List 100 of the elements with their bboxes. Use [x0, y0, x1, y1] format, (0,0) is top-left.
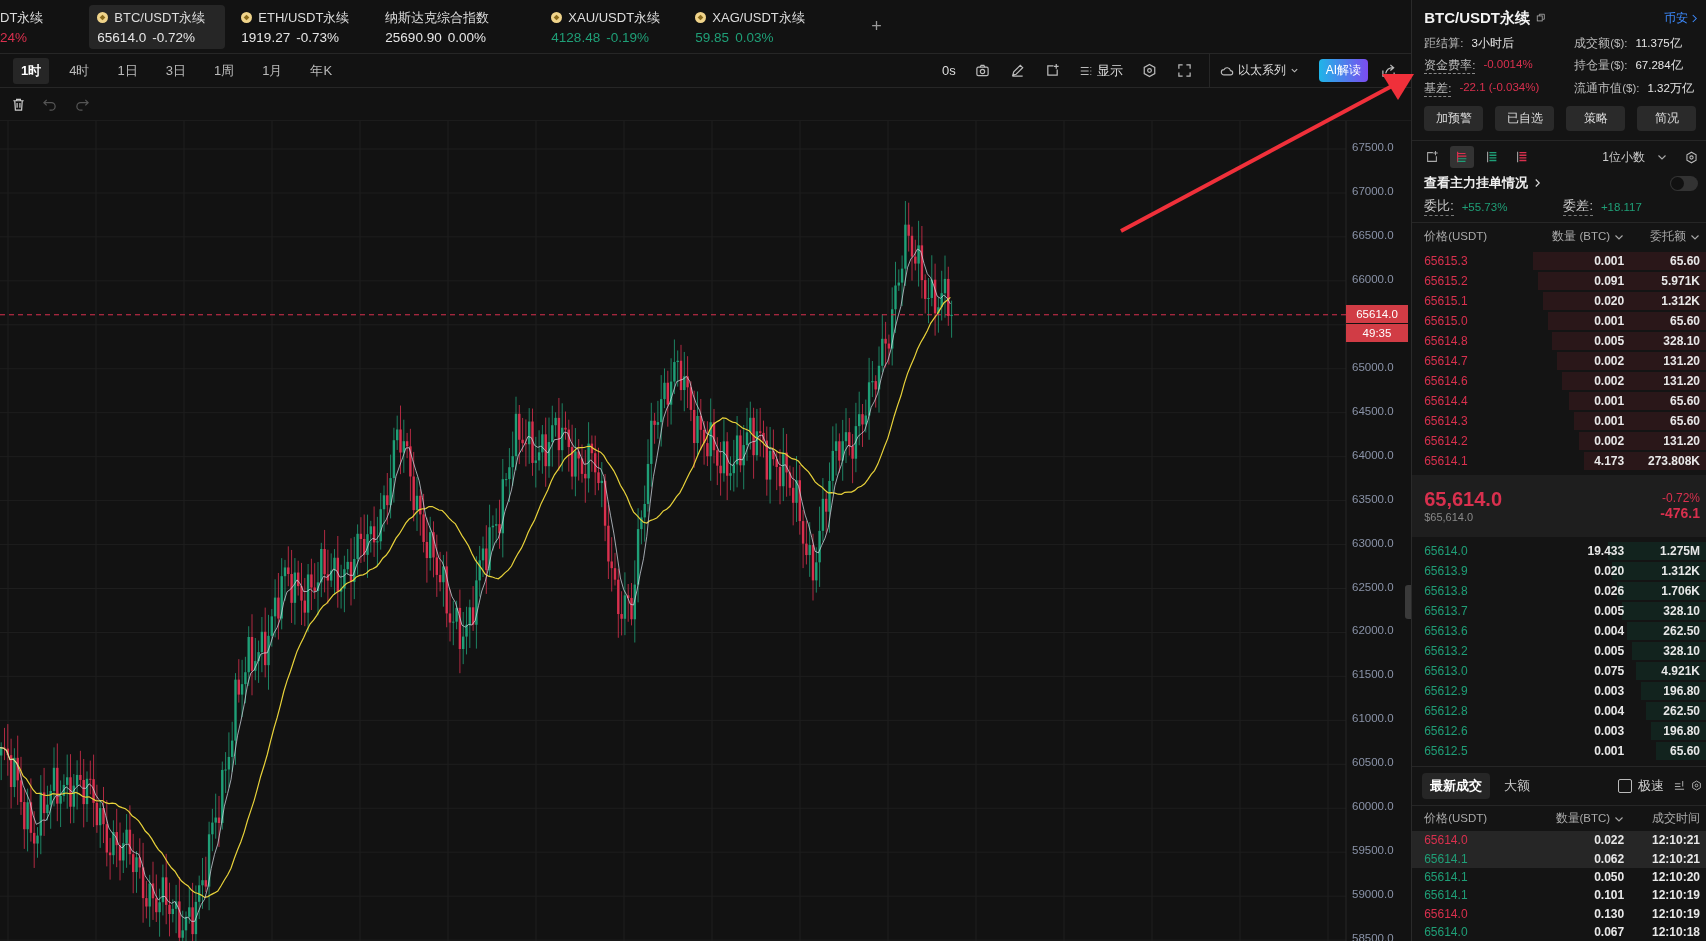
- ask-total: 131.20: [1662, 433, 1700, 448]
- ticker-tab[interactable]: ETH/USDT永续 1919.27 -0.73%: [233, 4, 370, 49]
- theme-dropdown[interactable]: 以太系列: [1219, 62, 1299, 79]
- trades-tab[interactable]: 大额: [1496, 772, 1539, 799]
- settings-icon[interactable]: [1685, 150, 1698, 164]
- trade-quantity: 0.067: [1593, 924, 1625, 939]
- interval-tab[interactable]: 3日: [157, 57, 194, 84]
- pencil-icon[interactable]: [1009, 63, 1025, 78]
- column-header[interactable]: 委托额: [1624, 229, 1700, 245]
- settings-icon[interactable]: [1691, 780, 1702, 792]
- ticker-symbol: XAU/USDT永续: [568, 8, 661, 27]
- trade-price: 65614.0: [1424, 906, 1469, 921]
- action-button[interactable]: 策略: [1566, 106, 1626, 132]
- interval-tab[interactable]: 1周: [205, 57, 243, 84]
- column-header: 价格(USDT): [1424, 229, 1489, 245]
- display-button[interactable]: 显示: [1078, 61, 1123, 80]
- timer-label[interactable]: 0s: [942, 63, 956, 78]
- interval-tab[interactable]: 年K: [302, 57, 341, 84]
- ask-price: 65615.0: [1424, 313, 1469, 328]
- ask-quantity: 4.173: [1593, 453, 1625, 468]
- bid-quantity: 0.003: [1593, 683, 1625, 698]
- axis-label: 66000.0: [1352, 272, 1394, 285]
- precision-dropdown[interactable]: 1位小数: [1602, 148, 1667, 166]
- depth-view-button[interactable]: [1450, 146, 1475, 169]
- action-button[interactable]: 加预警: [1424, 106, 1484, 132]
- ratio-value: +55.73%: [1461, 201, 1508, 214]
- interval-tab[interactable]: 1时: [13, 57, 50, 84]
- ask-total: 65.60: [1668, 393, 1700, 408]
- price-label: 65614.0: [1346, 304, 1408, 323]
- ticker-change: 24%: [0, 29, 28, 45]
- stat-label: 基差:: [1424, 81, 1452, 98]
- axis-label: 67000.0: [1352, 184, 1394, 197]
- ask-total: 328.10: [1662, 333, 1700, 348]
- column-header[interactable]: 数量(BTC): [1519, 811, 1625, 826]
- action-button[interactable]: 已自选: [1495, 106, 1555, 132]
- copy-icon[interactable]: [1536, 13, 1546, 24]
- interval-tab[interactable]: 1日: [109, 57, 146, 84]
- stat-value: -22.1 (-0.034%): [1459, 81, 1540, 96]
- trash-icon[interactable]: [11, 96, 26, 112]
- settings-icon[interactable]: [1141, 63, 1157, 78]
- axis-label: 67500.0: [1352, 141, 1394, 153]
- add-window-icon[interactable]: [1044, 63, 1060, 78]
- ask-quantity: 0.001: [1593, 413, 1625, 428]
- change-percent: -0.72%: [1661, 490, 1700, 505]
- interval-tab[interactable]: 1月: [254, 57, 291, 84]
- main-orders-link[interactable]: 查看主力挂单情况: [1424, 174, 1529, 193]
- trade-quantity: 0.050: [1593, 870, 1625, 884]
- action-button[interactable]: 简况: [1637, 106, 1696, 132]
- axis-label: 59000.0: [1352, 888, 1394, 901]
- axis-label: 63500.0: [1352, 492, 1394, 505]
- sort-icon[interactable]: [1674, 780, 1685, 792]
- ticker-price: 25690.90: [385, 29, 442, 45]
- ticker-tab[interactable]: XAU/USDT永续 4128.48 -0.19%: [543, 4, 680, 49]
- column-header[interactable]: 数量 (BTC): [1519, 229, 1625, 245]
- fullscreen-icon[interactable]: [1176, 63, 1192, 78]
- bid-total: 328.10: [1662, 603, 1700, 618]
- change-amount: -476.1: [1660, 504, 1700, 521]
- bid-quantity: 0.004: [1593, 703, 1625, 718]
- collapse-handle[interactable]: [1405, 585, 1412, 619]
- toggle-switch[interactable]: [1670, 175, 1698, 191]
- ticker-tab[interactable]: XAG/USDT永续 59.85 0.03%: [687, 4, 824, 49]
- exchange-link[interactable]: 币安: [1664, 9, 1698, 27]
- trade-price: 65614.0: [1424, 924, 1469, 939]
- bid-total: 1.312K: [1660, 563, 1700, 578]
- axis-label: 62000.0: [1352, 624, 1394, 637]
- interval-tab[interactable]: 4时: [61, 57, 98, 84]
- ticker-price: 1919.27: [241, 29, 291, 45]
- ask-price: 65614.8: [1424, 333, 1469, 348]
- bid-price: 65612.8: [1424, 703, 1469, 718]
- ticker-price: 65614.0: [97, 29, 147, 45]
- stat-value: 1.32万亿: [1647, 81, 1694, 97]
- axis-label: 66500.0: [1352, 228, 1394, 241]
- axis-label: 63000.0: [1352, 536, 1394, 549]
- ticker-tab[interactable]: BTC/USDT永续 65614.0 -0.72%: [89, 4, 226, 49]
- bid-price: 65613.7: [1424, 603, 1469, 618]
- bid-price: 65612.6: [1424, 723, 1469, 738]
- ask-quantity: 0.020: [1593, 293, 1625, 308]
- ask-total: 65.60: [1668, 313, 1700, 328]
- camera-icon[interactable]: [974, 63, 990, 78]
- stat-label: 成交额($):: [1574, 36, 1628, 52]
- bid-price: 65613.0: [1424, 663, 1469, 678]
- bid-price: 65612.5: [1424, 743, 1469, 758]
- ai-button[interactable]: AI解读: [1318, 59, 1369, 82]
- ask-price: 65615.3: [1424, 253, 1469, 268]
- trades-tab[interactable]: 最新成交: [1422, 772, 1491, 799]
- axis-label: 64500.0: [1352, 404, 1394, 417]
- bid-quantity: 0.005: [1593, 603, 1625, 618]
- chevron-icon: [1691, 13, 1698, 23]
- checkbox[interactable]: [1618, 778, 1632, 793]
- bid-total: 262.50: [1662, 623, 1700, 638]
- bid-total: 1.706K: [1660, 583, 1700, 598]
- ticker-tab[interactable]: DT永续 24%: [0, 4, 52, 49]
- ticker-price: 59.85: [695, 29, 730, 45]
- add-tab-button[interactable]: +: [871, 16, 882, 37]
- ticker-tab[interactable]: 纳斯达克综合指数 25690.90 0.00%: [377, 4, 514, 49]
- axis-label: 61000.0: [1352, 712, 1394, 725]
- stat-value: 3小时后: [1471, 36, 1514, 52]
- bid-quantity: 0.075: [1593, 663, 1625, 678]
- trade-time: 12:10:21: [1650, 851, 1700, 866]
- trade-price: 65614.1: [1424, 870, 1469, 884]
